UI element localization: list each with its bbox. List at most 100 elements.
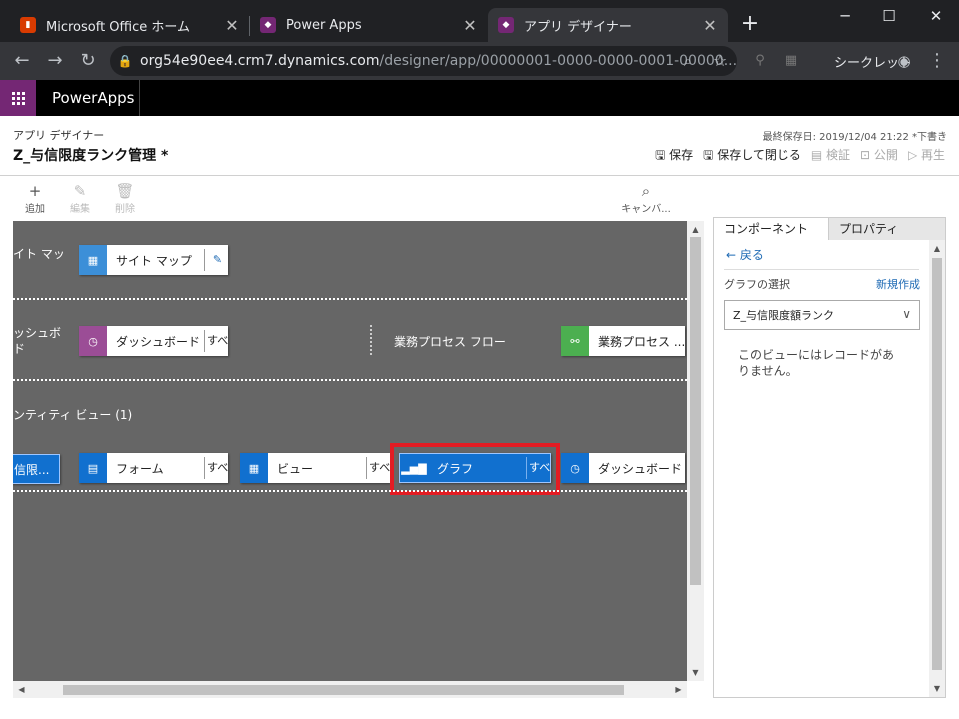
close-icon[interactable]: ✕: [224, 16, 240, 35]
header-divider: [139, 80, 140, 116]
form-card[interactable]: ▤ フォーム すべて: [79, 453, 228, 483]
add-button[interactable]: + 追加: [15, 182, 55, 215]
dashboard-icon: ◷: [561, 453, 589, 483]
view-card[interactable]: ▦ ビュー すべて: [240, 453, 390, 483]
extension-grid-icon[interactable]: ▦: [779, 49, 803, 73]
validate-button[interactable]: ▤ 検証: [811, 146, 850, 167]
close-window-button[interactable]: ✕: [921, 4, 951, 28]
scroll-thumb[interactable]: [932, 258, 942, 670]
address-bar[interactable]: 🔒 org54e90ee4.crm7.dynamics.com/designer…: [110, 46, 737, 76]
properties-pane: コンポーネント プロパティ ← 戻る グラフの選択 新規作成 Z_与信限度額ラン…: [713, 217, 946, 698]
pane-scrollbar[interactable]: ▲ ▼: [929, 240, 945, 697]
entity-view-label: ンティティ ビュー (1): [13, 408, 133, 422]
tab-app-designer[interactable]: ◆ アプリ デザイナー ✕: [488, 8, 728, 42]
section-divider: [13, 298, 687, 300]
view-card-scope[interactable]: すべて: [366, 457, 390, 479]
dashboard-card-scope[interactable]: すべて: [204, 330, 228, 352]
designer-canvas[interactable]: イト マッ ▦ サイト マップ ✎ ッシュボ ド ◷ ダッシュボード すべて 業…: [13, 221, 687, 681]
create-new-link[interactable]: 新規作成: [876, 276, 920, 292]
breadcrumb: アプリ デザイナー: [13, 129, 105, 142]
office-icon: ▮: [20, 17, 36, 33]
scroll-up-icon[interactable]: ▲: [687, 221, 704, 238]
play-button[interactable]: ▷ 再生: [908, 146, 945, 167]
last-saved-status: 最終保存日: 2019/12/04 21:22 *下書き: [762, 132, 947, 143]
bpf-card[interactable]: ⚯ 業務プロセス ...: [561, 326, 685, 356]
delete-label: 削除: [115, 204, 135, 215]
save-close-button[interactable]: 🖫 保存して閉じる: [703, 146, 801, 167]
delete-button[interactable]: 🗑 削除: [105, 182, 145, 215]
sitemap-section-label: イト マッ: [13, 247, 65, 261]
validate-label: 検証: [826, 148, 851, 162]
entity-dashboard-card[interactable]: ◷ ダッシュボード: [561, 453, 685, 483]
dashboard-card[interactable]: ◷ ダッシュボード すべて: [79, 326, 228, 356]
sitemap-card-label: サイト マップ: [116, 253, 192, 268]
app-launcher-button[interactable]: [0, 80, 36, 116]
chart-select[interactable]: Z_与信限度額ランク ∨: [724, 300, 920, 330]
back-link[interactable]: ← 戻る: [726, 246, 764, 263]
trash-icon: 🗑: [115, 182, 135, 200]
entity-card-label: 信限...: [14, 462, 50, 477]
incognito-icon[interactable]: ◉: [892, 49, 916, 73]
tab-properties[interactable]: プロパティ: [829, 218, 944, 240]
bar-chart-icon: ▂▅▇: [401, 461, 427, 475]
form-card-scope[interactable]: すべて: [204, 457, 228, 479]
chevron-down-icon: ∨: [902, 307, 911, 321]
powerapps-icon: ◆: [260, 17, 276, 33]
save-button[interactable]: 🖫 保存: [655, 146, 693, 167]
grid-icon: ▦: [240, 453, 268, 483]
publish-button[interactable]: ⊡ 公開: [860, 146, 898, 167]
page-title: Z_与信限度ランク管理 *: [13, 148, 169, 164]
url-host: org54e90ee4.crm7.dynamics.com: [140, 53, 380, 69]
maximize-button[interactable]: ☐: [874, 4, 904, 28]
new-tab-button[interactable]: +: [738, 12, 762, 36]
bpf-card-label: 業務プロセス ...: [598, 334, 685, 349]
menu-dots-icon[interactable]: ⋮: [925, 49, 949, 73]
publish-icon: ⊡: [860, 148, 874, 162]
reload-icon[interactable]: ↻: [76, 49, 100, 73]
star-icon[interactable]: ☆: [708, 49, 732, 73]
close-icon[interactable]: ✕: [462, 16, 478, 35]
scroll-down-icon[interactable]: ▼: [687, 664, 704, 681]
minimize-button[interactable]: ─: [830, 4, 860, 28]
scroll-right-icon[interactable]: ▶: [670, 681, 687, 698]
app-designer: アプリ デザイナー Z_与信限度ランク管理 * 最終保存日: 2019/12/0…: [0, 116, 959, 719]
edit-button[interactable]: ✎ 編集: [60, 182, 100, 215]
form-icon: ▤: [79, 453, 107, 483]
flow-icon: ⚯: [561, 326, 589, 356]
canvas-horizontal-scrollbar[interactable]: ◀ ▶: [13, 681, 687, 698]
scroll-left-icon[interactable]: ◀: [13, 681, 30, 698]
save-close-icon: 🖫: [703, 148, 718, 162]
map-icon: ▦: [79, 245, 107, 275]
canvas-vertical-scrollbar[interactable]: ▲ ▼: [687, 221, 704, 681]
tab-components[interactable]: コンポーネント: [714, 218, 829, 240]
scroll-thumb[interactable]: [63, 685, 624, 695]
tab-office-home[interactable]: ▮ Microsoft Office ホーム ✕: [10, 8, 250, 42]
zoom-search-icon[interactable]: ⌕: [676, 49, 700, 73]
scroll-down-icon[interactable]: ▼: [929, 680, 945, 697]
column-divider: [370, 325, 372, 355]
forward-arrow-icon[interactable]: →: [43, 49, 67, 73]
entity-card[interactable]: 信限...: [13, 454, 60, 484]
form-card-label: フォーム: [116, 461, 164, 476]
scroll-up-icon[interactable]: ▲: [929, 240, 945, 257]
extension-icon[interactable]: ⚲: [748, 49, 772, 73]
dashboard-card-label: ダッシュボード: [116, 334, 201, 349]
close-icon[interactable]: ✕: [702, 16, 718, 35]
header-separator: [0, 175, 959, 176]
play-label: 再生: [920, 148, 945, 162]
brand-name[interactable]: PowerApps: [52, 89, 134, 107]
back-arrow-icon[interactable]: ←: [10, 49, 34, 73]
chart-card-scope[interactable]: すべて: [526, 457, 550, 479]
sitemap-card[interactable]: ▦ サイト マップ ✎: [79, 245, 228, 275]
pencil-icon[interactable]: ✎: [204, 249, 228, 271]
play-icon: ▷: [907, 148, 921, 162]
canvas-button[interactable]: ⌕ キャンバ...: [618, 182, 674, 215]
scroll-thumb[interactable]: [690, 237, 701, 585]
validate-icon: ▤: [810, 148, 827, 162]
designer-actions: 🖫 保存 🖫 保存して閉じる ▤ 検証 ⊡ 公開 ▷ 再生: [655, 146, 945, 167]
chart-card[interactable]: ▂▅▇ グラフ すべて: [399, 453, 551, 483]
tab-power-apps[interactable]: ◆ Power Apps ✕: [250, 8, 488, 42]
add-label: 追加: [25, 204, 45, 215]
back-label: 戻る: [739, 248, 764, 262]
browser-toolbar: ← → ↻ 🔒 org54e90ee4.crm7.dynamics.com/de…: [0, 42, 959, 80]
